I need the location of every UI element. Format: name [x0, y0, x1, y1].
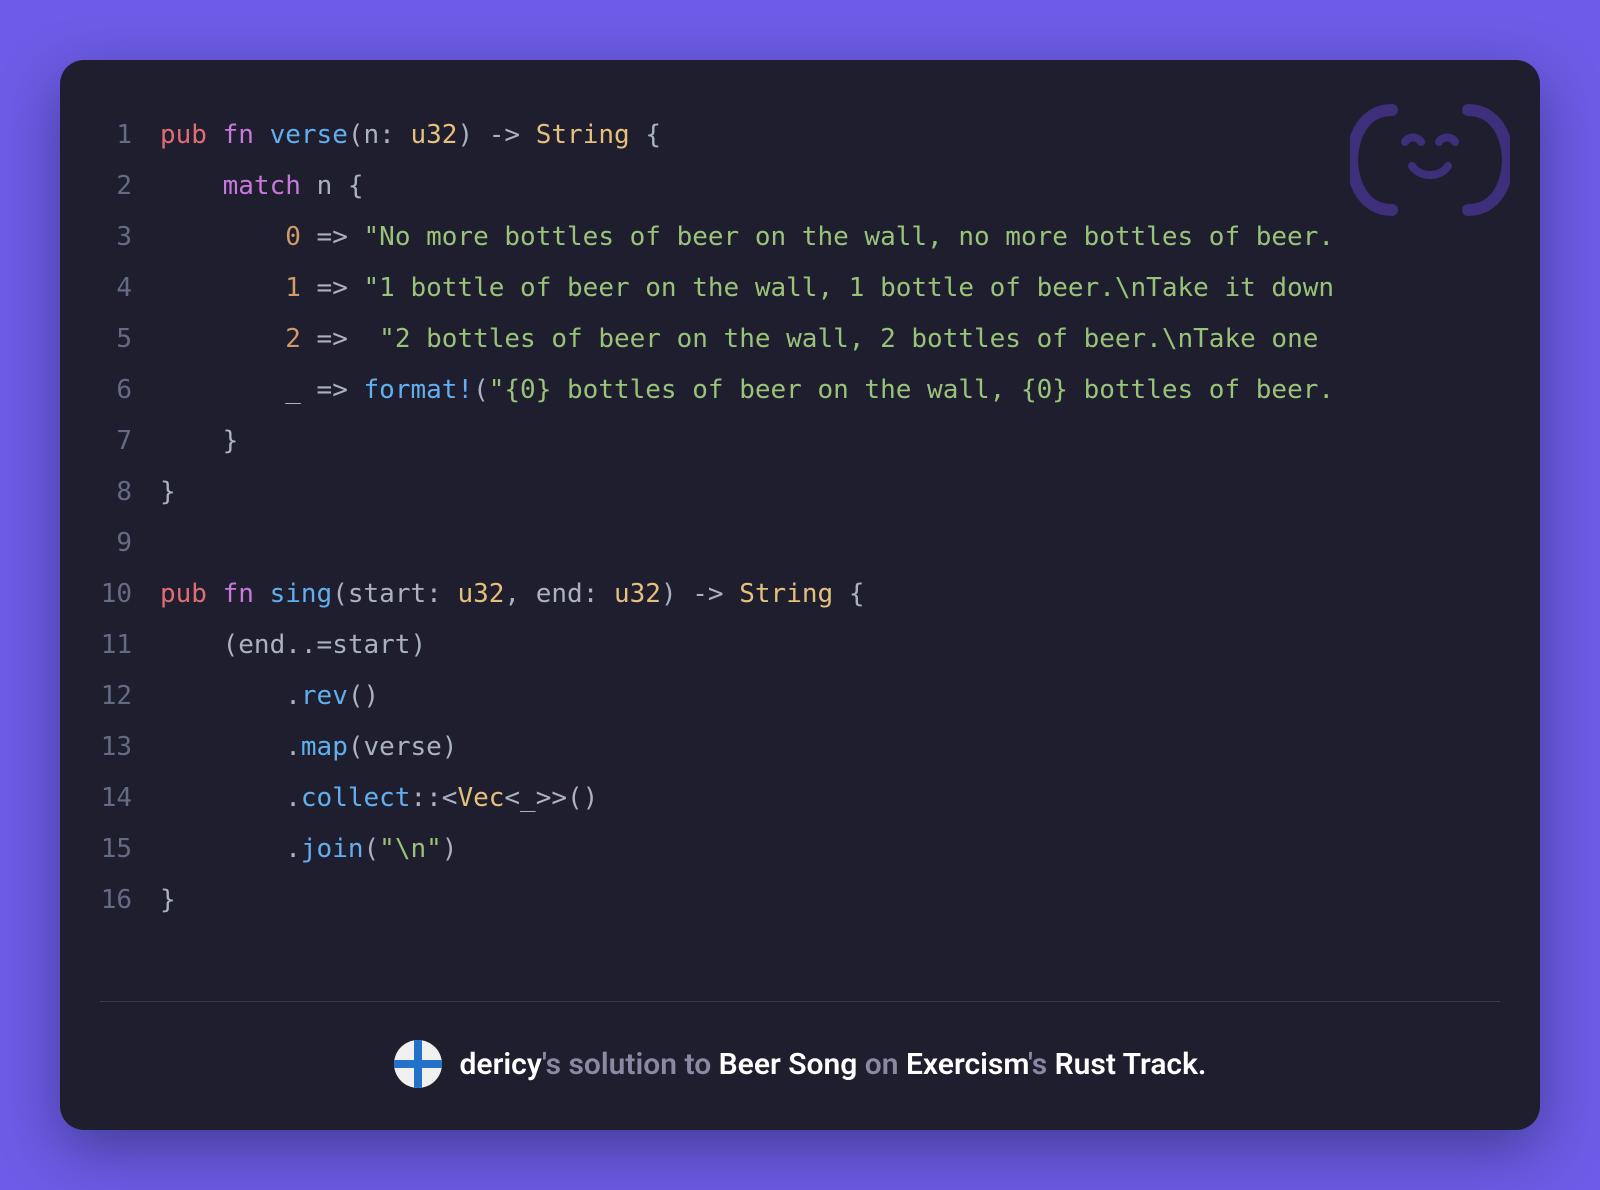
- line-number: 4: [100, 263, 160, 314]
- line-number: 13: [100, 722, 160, 773]
- code-line: 6 _ => format!("{0} bottles of beer on t…: [100, 365, 1500, 416]
- code-line: 7 }: [100, 416, 1500, 467]
- avatar: [394, 1040, 442, 1088]
- line-number: 2: [100, 161, 160, 212]
- line-number: 1: [100, 110, 160, 161]
- line-number: 14: [100, 773, 160, 824]
- code-content: .rev(): [160, 671, 379, 722]
- code-content: match n {: [160, 161, 364, 212]
- line-number: 7: [100, 416, 160, 467]
- code-content: .map(verse): [160, 722, 457, 773]
- code-line: 14 .collect::<Vec<_>>(): [100, 773, 1500, 824]
- code-line: 1pub fn verse(n: u32) -> String {: [100, 110, 1500, 161]
- line-number: 3: [100, 212, 160, 263]
- code-line: 16}: [100, 875, 1500, 926]
- code-line: 15 .join("\n"): [100, 824, 1500, 875]
- code-content: }: [160, 416, 238, 467]
- line-number: 8: [100, 467, 160, 518]
- code-content: 0 => "No more bottles of beer on the wal…: [160, 212, 1334, 263]
- code-line: 10pub fn sing(start: u32, end: u32) -> S…: [100, 569, 1500, 620]
- code-line: 11 (end..=start): [100, 620, 1500, 671]
- code-line: 13 .map(verse): [100, 722, 1500, 773]
- line-number: 10: [100, 569, 160, 620]
- code-line: 3 0 => "No more bottles of beer on the w…: [100, 212, 1500, 263]
- platform-name: Exercism: [906, 1047, 1028, 1082]
- code-line: 5 2 => "2 bottles of beer on the wall, 2…: [100, 314, 1500, 365]
- code-card: 1pub fn verse(n: u32) -> String {2 match…: [60, 60, 1540, 1130]
- author-name: dericy: [460, 1047, 542, 1082]
- code-line: 9: [100, 518, 1500, 569]
- attribution-text: dericy's solution to Beer Song on Exerci…: [460, 1047, 1207, 1082]
- code-line: 4 1 => "1 bottle of beer on the wall, 1 …: [100, 263, 1500, 314]
- code-line: 12 .rev(): [100, 671, 1500, 722]
- line-number: 6: [100, 365, 160, 416]
- code-content: 1 => "1 bottle of beer on the wall, 1 bo…: [160, 263, 1334, 314]
- code-content: .collect::<Vec<_>>(): [160, 773, 598, 824]
- line-number: 9: [100, 518, 160, 569]
- code-content: }: [160, 467, 176, 518]
- code-content: pub fn sing(start: u32, end: u32) -> Str…: [160, 569, 864, 620]
- exercise-name: Beer Song: [719, 1047, 858, 1082]
- code-content: _ => format!("{0} bottles of beer on the…: [160, 365, 1334, 416]
- code-line: 2 match n {: [100, 161, 1500, 212]
- line-number: 16: [100, 875, 160, 926]
- line-number: 12: [100, 671, 160, 722]
- line-number: 11: [100, 620, 160, 671]
- attribution-footer: dericy's solution to Beer Song on Exerci…: [60, 1002, 1540, 1130]
- track-name: Rust Track.: [1055, 1047, 1207, 1082]
- code-content: 2 => "2 bottles of beer on the wall, 2 b…: [160, 314, 1334, 365]
- code-content: (end..=start): [160, 620, 426, 671]
- line-number: 5: [100, 314, 160, 365]
- code-line: 8}: [100, 467, 1500, 518]
- code-block: 1pub fn verse(n: u32) -> String {2 match…: [60, 60, 1540, 1001]
- code-content: }: [160, 875, 176, 926]
- line-number: 15: [100, 824, 160, 875]
- code-content: pub fn verse(n: u32) -> String {: [160, 110, 661, 161]
- code-content: .join("\n"): [160, 824, 457, 875]
